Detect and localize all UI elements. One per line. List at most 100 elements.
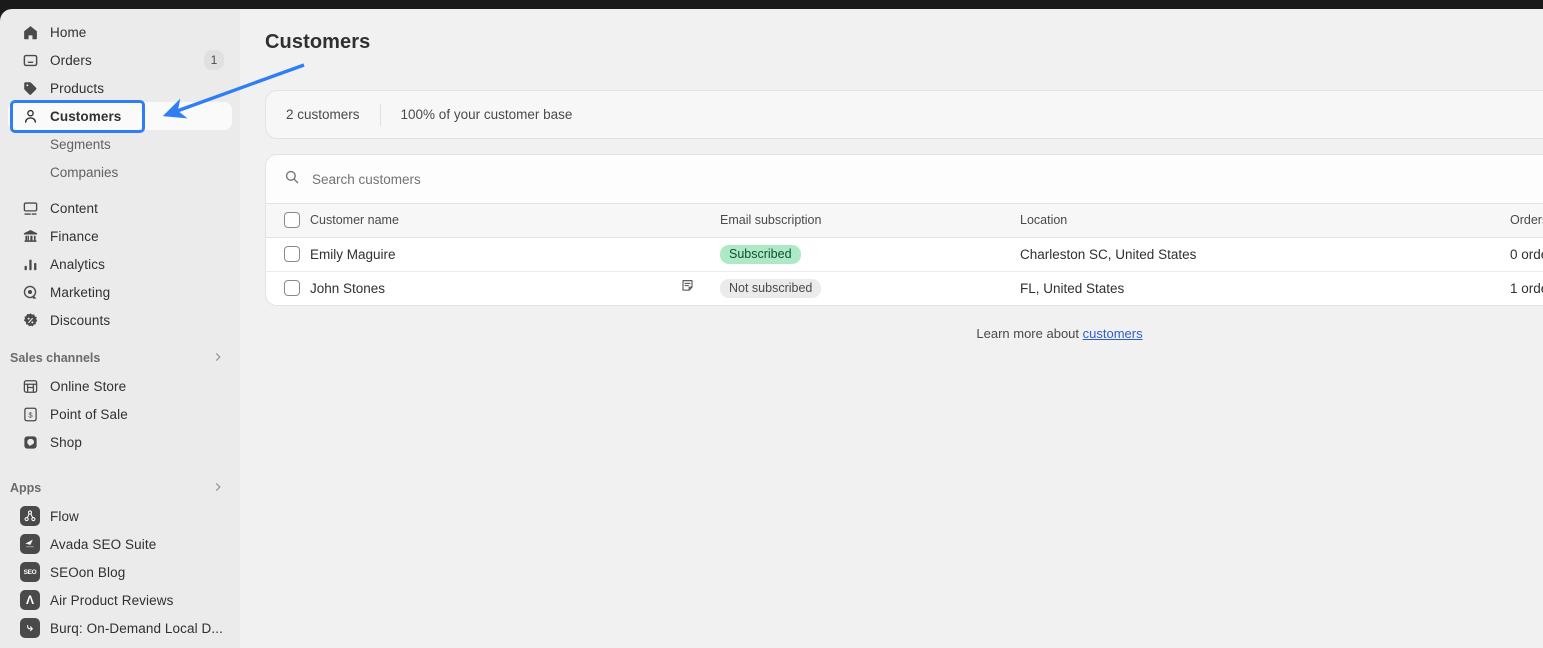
page-title: Customers (265, 31, 371, 53)
section-title: Apps (10, 481, 42, 495)
cell-email-subscription: Subscribed (720, 237, 1020, 271)
marketing-target-icon (20, 282, 40, 302)
row-checkbox[interactable] (284, 246, 300, 262)
sidebar-item-label: SEOon Blog (50, 564, 126, 580)
sidebar-item-label: Burq: On-Demand Local D... (50, 620, 223, 636)
cell-note (680, 270, 720, 305)
sidebar-item-label: Analytics (50, 256, 105, 272)
products-tag-icon (20, 78, 40, 98)
customer-stats-card: 2 customers 100% of your customer base (265, 90, 1543, 139)
sidebar-item-label: Point of Sale (50, 406, 128, 422)
sidebar-item-label: Content (50, 200, 98, 216)
finance-bank-icon (20, 226, 40, 246)
cell-location: Charleston SC, United States (1020, 246, 1197, 262)
customers-table: Customer name Email subscription Locatio… (266, 204, 1543, 305)
row-checkbox[interactable] (284, 280, 300, 296)
column-header-location[interactable]: Location (1020, 204, 1510, 238)
chevron-right-icon[interactable] (212, 481, 224, 495)
sidebar-subitem-segments[interactable]: Segments (0, 130, 240, 158)
cell-location: FL, United States (1020, 270, 1510, 305)
sidebar-item-flow[interactable]: Flow (8, 502, 232, 530)
cell-orders: 1 order (1510, 270, 1543, 305)
sidebar-item-analytics[interactable]: Analytics (8, 250, 232, 278)
cell-customer-name[interactable]: Emily Maguire (310, 237, 680, 271)
chevron-right-icon[interactable] (212, 351, 224, 365)
content-icon (20, 198, 40, 218)
avada-seo-app-icon (20, 534, 40, 554)
status-badge: Not subscribed (720, 278, 822, 298)
point-of-sale-icon: $ (20, 404, 40, 424)
sidebar-item-discounts[interactable]: Discounts (8, 306, 232, 334)
app-icon-glyph: SEO (23, 568, 37, 576)
flow-app-icon (20, 506, 40, 526)
sidebar-item-products[interactable]: Products (8, 74, 232, 102)
sidebar-item-label: Air Product Reviews (50, 592, 174, 608)
sidebar-subitem-label: Companies (50, 164, 119, 180)
burq-app-icon: ⤷ (20, 618, 40, 638)
select-all-checkbox[interactable] (284, 212, 300, 229)
sidebar-item-orders[interactable]: Orders 1 (8, 46, 232, 74)
sidebar-item-label: Marketing (50, 284, 111, 300)
analytics-bars-icon (20, 254, 40, 274)
sidebar: Home Orders 1 Products Customers Segment… (0, 9, 240, 648)
table-header-row: Customer name Email subscription Locatio… (266, 204, 1543, 238)
sidebar-item-shop[interactable]: Shop (8, 428, 232, 456)
table-header: Customer name Email subscription Locatio… (266, 204, 1543, 238)
status-badge: Subscribed (720, 244, 801, 264)
column-header-customer-name[interactable]: Customer name (310, 204, 680, 238)
sidebar-item-label: Avada SEO Suite (50, 536, 157, 552)
learn-more-text: Learn more about (976, 326, 1083, 341)
column-header-note (680, 204, 720, 238)
row-select-cell (266, 270, 310, 305)
sidebar-item-burq[interactable]: ⤷ Burq: On-Demand Local D... (8, 614, 232, 642)
sidebar-section-apps[interactable]: Apps (0, 474, 240, 502)
window-top-bar (0, 0, 1543, 9)
column-header-orders[interactable]: Orders (1510, 204, 1543, 238)
sidebar-item-label: Flow (50, 508, 79, 524)
discounts-badge-icon (20, 310, 40, 330)
shop-icon (20, 432, 40, 452)
orders-icon (20, 50, 40, 70)
sidebar-item-point-of-sale[interactable]: $ Point of Sale (8, 400, 232, 428)
sidebar-item-marketing[interactable]: Marketing (8, 278, 232, 306)
sidebar-item-avada-seo-suite[interactable]: Avada SEO Suite (8, 530, 232, 558)
orders-count-badge: 1 (204, 50, 224, 70)
row-select-cell (266, 237, 310, 271)
home-icon (20, 22, 40, 42)
app-icon-glyph: ⤷ (26, 621, 34, 634)
sidebar-section-sales-channels[interactable]: Sales channels (0, 344, 240, 372)
sidebar-item-label: Shop (50, 434, 82, 450)
sidebar-item-label: Products (50, 80, 105, 96)
customer-base-percent-label: 100% of your customer base (400, 107, 573, 122)
cell-customer-name[interactable]: John Stones (310, 270, 680, 305)
sidebar-item-home[interactable]: Home (8, 18, 232, 46)
sidebar-item-seoon-blog[interactable]: SEO SEOon Blog (8, 558, 232, 586)
customer-count-label: 2 customers (286, 107, 360, 122)
sidebar-item-label: Home (50, 24, 87, 40)
sidebar-item-content[interactable]: Content (8, 194, 232, 222)
sidebar-item-finance[interactable]: Finance (8, 222, 232, 250)
app-icon-glyph: Λ (25, 593, 34, 607)
sidebar-subitem-label: Segments (50, 136, 111, 152)
app-root: Home Orders 1 Products Customers Segment… (0, 0, 1543, 648)
customers-help-link[interactable]: customers (1083, 326, 1143, 341)
sidebar-item-air-product-reviews[interactable]: Λ Air Product Reviews (8, 586, 232, 614)
table-row[interactable]: Emily Maguire Subscribed Charleston SC, … (266, 237, 1543, 271)
customers-person-icon (20, 106, 40, 126)
section-title: Sales channels (10, 351, 101, 365)
online-store-icon (20, 376, 40, 396)
search-input[interactable]: Search customers (312, 172, 421, 187)
sidebar-subitem-companies[interactable]: Companies (0, 158, 240, 186)
column-header-email-subscription[interactable]: Email subscription (720, 204, 1020, 238)
sidebar-item-label: Customers (50, 108, 122, 124)
sidebar-item-label: Online Store (50, 378, 127, 394)
search-customers-row[interactable]: Search customers (266, 155, 1543, 204)
seoon-blog-app-icon: SEO (20, 562, 40, 582)
sidebar-item-customers[interactable]: Customers (8, 102, 232, 130)
note-icon[interactable] (680, 280, 695, 297)
svg-text:$: $ (28, 410, 33, 419)
table-row[interactable]: John Stones Not subscribed FL, United St… (266, 270, 1543, 305)
main-content: Customers 2 customers 100% of your custo… (240, 9, 1543, 648)
air-product-reviews-app-icon: Λ (20, 590, 40, 610)
sidebar-item-online-store[interactable]: Online Store (8, 372, 232, 400)
